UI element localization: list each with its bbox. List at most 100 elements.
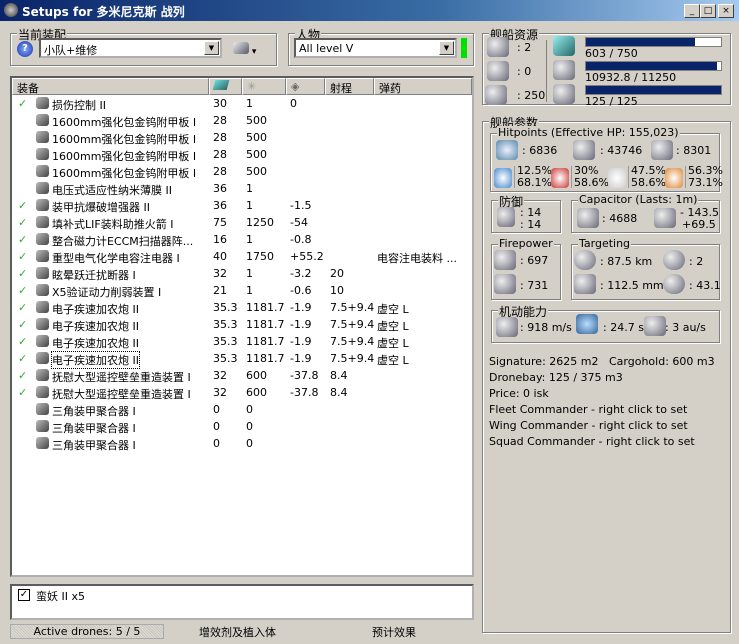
module-row[interactable]: ✓ 电子疾速加农炮 II 35.3 1181.7 -1.9 7.5+9.4 虚空 L <box>12 299 472 316</box>
module-c2: 600 <box>246 369 267 382</box>
module-row[interactable]: ✓ 损伤控制 II 30 1 0 <box>12 95 472 112</box>
module-c1: 32 <box>213 369 227 382</box>
module-row[interactable]: 1600mm强化包金钨附甲板 I 28 500 <box>12 146 472 163</box>
divider <box>628 166 629 188</box>
module-row[interactable]: ✓ 重型电气化学电容注电器 I 40 1750 +55.2 电容注电装料 ... <box>12 248 472 265</box>
module-c2: 600 <box>246 386 267 399</box>
tab-active-drones[interactable]: Active drones: 5 / 5 <box>10 624 164 639</box>
online-check-icon[interactable]: ✓ <box>18 233 27 246</box>
column-header-cpu[interactable] <box>209 78 242 95</box>
module-c1: 21 <box>213 284 227 297</box>
column-header-range[interactable]: 射程 <box>325 78 374 95</box>
module-row[interactable]: ✓ 电子疾速加农炮 II 35.3 1181.7 -1.9 7.5+9.4 虚空 L <box>12 350 472 369</box>
module-row[interactable]: ✓ 电子疾速加农炮 II 35.3 1181.7 -1.9 7.5+9.4 虚空 L <box>12 333 472 350</box>
close-button[interactable]: × <box>718 4 734 18</box>
fitting-select[interactable]: 小队+维修 ▼ <box>39 38 222 58</box>
module-icon <box>36 335 49 347</box>
online-check-icon[interactable]: ✓ <box>18 301 27 314</box>
drone-bandwidth: : 250 <box>517 89 546 102</box>
online-check-icon[interactable]: ✓ <box>18 250 27 263</box>
module-c2: 1 <box>246 233 253 246</box>
online-check-icon[interactable]: ✓ <box>18 199 27 212</box>
column-header-powergrid[interactable]: ✳ <box>242 78 286 95</box>
module-c5: 虚空 L <box>377 320 409 333</box>
online-check-icon[interactable]: ✓ <box>18 335 27 348</box>
character-select[interactable]: All level V ▼ <box>294 38 457 58</box>
module-name: 三角装甲聚合器 I <box>52 439 136 452</box>
maximize-button[interactable]: □ <box>700 4 716 18</box>
online-check-icon[interactable]: ✓ <box>18 284 27 297</box>
online-check-icon[interactable]: ✓ <box>18 352 27 365</box>
module-row[interactable]: ✓ 抚慰大型遥控壁垒重造装置 I 32 600 -37.8 8.4 <box>12 384 472 401</box>
scan-resolution: : 43.1 <box>689 279 721 292</box>
module-row[interactable]: 电压式适应性纳米薄膜 II 36 1 <box>12 180 472 197</box>
warp-speed: : 3 au/s <box>665 321 706 334</box>
fleet-commander[interactable]: Fleet Commander - right click to set <box>489 403 687 416</box>
module-c2: 1 <box>246 199 253 212</box>
calibration-icon <box>553 84 575 104</box>
module-row[interactable]: ✓ 抚慰大型遥控壁垒重造装置 I 32 600 -37.8 8.4 <box>12 367 472 384</box>
minimize-button[interactable]: _ <box>684 4 700 18</box>
online-check-icon[interactable]: ✓ <box>18 216 27 229</box>
wing-commander[interactable]: Wing Commander - right click to set <box>489 419 688 432</box>
module-icon <box>36 114 49 126</box>
chevron-down-icon[interactable]: ▼ <box>439 41 454 55</box>
module-c1: 35.3 <box>213 352 238 365</box>
online-check-icon[interactable]: ✓ <box>18 267 27 280</box>
cpu-text: 603 / 750 <box>585 47 638 60</box>
module-c5: 虚空 L <box>377 337 409 350</box>
module-c1: 75 <box>213 216 227 229</box>
online-check-icon[interactable]: ✓ <box>18 386 27 399</box>
module-name: 1600mm强化包金钨附甲板 I <box>52 133 197 146</box>
divider <box>546 40 547 102</box>
tab-projected-effects[interactable]: 预计效果 <box>372 624 416 640</box>
drones-list[interactable]: ✓ 蛮妖 II x5 <box>10 584 474 620</box>
sensor-strength-icon <box>574 274 596 294</box>
modules-table[interactable]: 装备 ✳ ◈ 射程 弹药 ✓ 损伤控制 II 30 1 0 1600mm强化包金钨附甲板 … <box>10 76 474 577</box>
module-c3: -37.8 <box>290 369 319 382</box>
module-c1: 0 <box>213 420 220 433</box>
max-targets-icon <box>663 250 685 270</box>
drone-checkbox[interactable]: ✓ <box>18 589 30 601</box>
capacitor-icon <box>577 208 599 228</box>
module-name: 1600mm强化包金钨附甲板 I <box>52 116 197 129</box>
module-row[interactable]: ✓ 眩晕跃迁扰断器 I 32 1 -3.2 20 <box>12 265 472 282</box>
module-c1: 35.3 <box>213 318 238 331</box>
module-icon <box>36 131 49 143</box>
module-row[interactable]: 1600mm强化包金钨附甲板 I 28 500 <box>12 163 472 180</box>
divider <box>571 166 572 188</box>
structure-hp: : 8301 <box>676 144 712 157</box>
explosive-resist-armor: 73.1% <box>688 176 723 189</box>
module-row[interactable]: ✓ 整合磁力计ECCM扫描器阵... 16 1 -0.8 <box>12 231 472 248</box>
tab-boosters-implants[interactable]: 增效剂及植入体 <box>199 624 276 640</box>
volley-icon <box>494 274 516 294</box>
scan-resolution-icon <box>663 274 685 294</box>
structure-icon <box>651 140 673 160</box>
module-icon <box>36 369 49 381</box>
module-row[interactable]: ✓ 电子疾速加农炮 II 35.3 1181.7 -1.9 7.5+9.4 虚空 L <box>12 316 472 333</box>
online-check-icon[interactable]: ✓ <box>18 369 27 382</box>
module-row[interactable]: 1600mm强化包金钨附甲板 I 28 500 <box>12 129 472 146</box>
online-check-icon[interactable]: ✓ <box>18 97 27 110</box>
module-row[interactable]: ✓ X5验证动力削弱装置 I 21 1 -0.6 10 <box>12 282 472 299</box>
module-row[interactable]: 三角装甲聚合器 I 0 0 <box>12 401 472 418</box>
module-c2: 1 <box>246 284 253 297</box>
squad-commander[interactable]: Squad Commander - right click to set <box>489 435 695 448</box>
help-icon[interactable]: ? <box>17 41 33 57</box>
module-row[interactable]: ✓ 装甲抗爆破增强器 II 36 1 -1.5 <box>12 197 472 214</box>
column-header-ammo[interactable]: 弹药 <box>374 78 472 95</box>
chevron-down-icon[interactable]: ▼ <box>204 41 219 55</box>
ship-menu-button[interactable]: ▾ <box>233 42 263 57</box>
defense-icon <box>497 207 515 227</box>
module-row[interactable]: 三角装甲聚合器 I 0 0 <box>12 435 472 452</box>
column-header-name[interactable]: 装备 <box>12 78 209 95</box>
module-c1: 36 <box>213 199 227 212</box>
module-row[interactable]: 三角装甲聚合器 I 0 0 <box>12 418 472 435</box>
online-check-icon[interactable]: ✓ <box>18 318 27 331</box>
module-row[interactable]: ✓ 填补式LIF装料助推火箭 I 75 1250 -54 <box>12 214 472 231</box>
module-c3: -1.9 <box>290 318 312 331</box>
turret-dps-icon <box>494 250 516 270</box>
module-c3: -0.8 <box>290 233 312 246</box>
module-row[interactable]: 1600mm强化包金钨附甲板 I 28 500 <box>12 112 472 129</box>
column-header-capacitor[interactable]: ◈ <box>286 78 325 95</box>
